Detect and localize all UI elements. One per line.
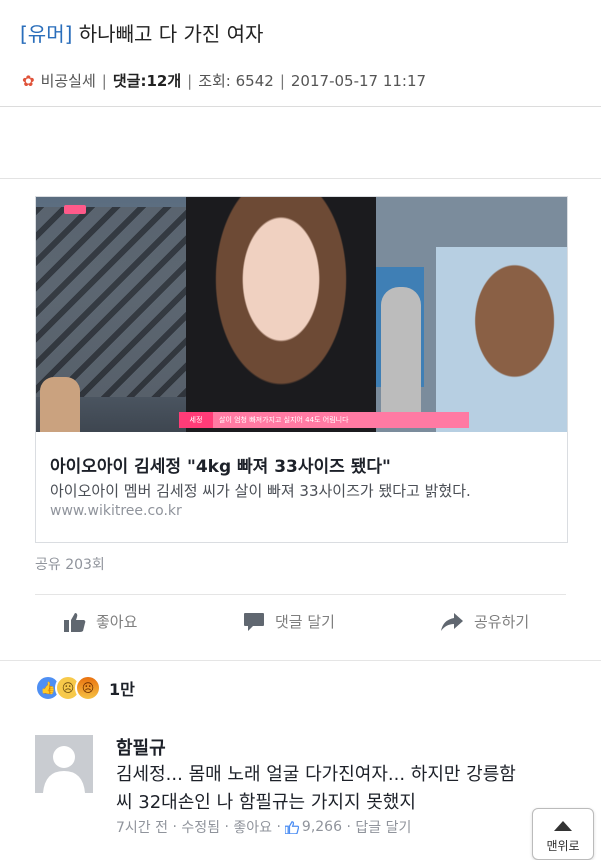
background-person bbox=[381, 287, 421, 417]
article-description: 아이오아이 멤버 김세정 씨가 살이 빠져 33사이즈가 됐다고 밝혔다. bbox=[50, 482, 471, 500]
reactions-count: 1만 bbox=[109, 680, 135, 699]
link-preview-card[interactable]: 세정 살이 엄청 빠져가지고 실지어 44도 어림니다 아이오아이 김세정 "4… bbox=[35, 196, 568, 543]
views-count: 6542 bbox=[235, 71, 274, 90]
divider: | bbox=[279, 71, 285, 90]
article-thumbnail[interactable]: 세정 살이 엄청 빠져가지고 실지어 44도 어림니다 bbox=[36, 197, 567, 432]
divider-line bbox=[0, 660, 601, 661]
caption-name: 세정 bbox=[179, 412, 213, 428]
comment-label: 댓글 달기 bbox=[275, 613, 335, 631]
dot-separator: · bbox=[272, 819, 281, 835]
scroll-top-button[interactable]: 맨위로 bbox=[532, 808, 594, 860]
divider-line bbox=[0, 106, 601, 107]
author-name[interactable]: 비공실세 bbox=[41, 70, 96, 91]
post-title: [유머] 하나빼고 다 가진 여자 bbox=[20, 18, 263, 47]
video-caption: 세정 살이 엄청 빠져가지고 실지어 44도 어림니다 bbox=[179, 412, 469, 428]
divider-line bbox=[35, 594, 566, 595]
share-button[interactable]: 공유하기 bbox=[440, 611, 529, 632]
broadcast-logo bbox=[64, 205, 86, 214]
like-button[interactable]: 좋아요 bbox=[64, 611, 137, 632]
comment-time[interactable]: 7시간 전 bbox=[116, 817, 168, 837]
comment-icon bbox=[244, 612, 264, 631]
edited-label: 수정됨 bbox=[181, 820, 220, 836]
divider-line bbox=[0, 178, 601, 179]
avatar[interactable] bbox=[35, 735, 93, 793]
article-title[interactable]: 아이오아이 김세정 "4kg 빠져 33사이즈 됐다" bbox=[50, 452, 391, 477]
main-person bbox=[186, 197, 376, 432]
comment-like-link[interactable]: 좋아요 bbox=[233, 817, 272, 837]
comment-text-line: 씨 32대손인 나 함필규는 가지지 못했지 bbox=[116, 792, 416, 813]
views-label: 조회: bbox=[198, 72, 231, 90]
dot-separator: · bbox=[220, 819, 234, 835]
post-meta: ✿ 비공실세 | 댓글: 12개 | 조회: 6542 | 2017-05-17… bbox=[22, 70, 426, 91]
comment-text-line: 김세정... 몸매 노래 얼굴 다가진여자... 하지만 강릉함 bbox=[116, 764, 516, 785]
background-person bbox=[436, 247, 567, 432]
thumbs-up-icon bbox=[64, 612, 86, 632]
divider: | bbox=[187, 71, 193, 90]
comments-count: 12개 bbox=[146, 72, 182, 90]
thumbs-up-icon bbox=[284, 820, 299, 834]
flower-icon: ✿ bbox=[22, 71, 35, 90]
divider: | bbox=[101, 71, 107, 90]
article-url: www.wikitree.co.kr bbox=[50, 503, 182, 519]
comment-meta: 7시간 전 · 수정됨 · 좋아요 · 9,266 · 답글 달기 bbox=[116, 817, 411, 837]
dot-separator: · bbox=[342, 819, 356, 835]
share-label: 공유하기 bbox=[474, 613, 530, 631]
angry-icon: ☹ bbox=[75, 675, 101, 701]
like-label: 좋아요 bbox=[96, 613, 138, 631]
post-category[interactable]: [유머] bbox=[20, 22, 72, 46]
share-count[interactable]: 공유 203회 bbox=[35, 554, 105, 574]
post-datetime: 2017-05-17 11:17 bbox=[290, 71, 427, 90]
caption-text: 살이 엄청 빠져가지고 실지어 44도 어림니다 bbox=[213, 412, 469, 428]
comment-button[interactable]: 댓글 달기 bbox=[243, 611, 335, 632]
background-stairs bbox=[36, 207, 186, 397]
comment-like-count[interactable]: 9,266 bbox=[302, 819, 342, 835]
inset-person bbox=[40, 377, 80, 432]
reply-link[interactable]: 답글 달기 bbox=[355, 817, 411, 837]
commenter-name[interactable]: 함필규 bbox=[116, 734, 166, 760]
up-arrow-icon bbox=[554, 821, 572, 831]
reactions-summary[interactable]: 👍 ☹ ☹ 1만 bbox=[35, 675, 135, 701]
post-title-text: 하나빼고 다 가진 여자 bbox=[78, 22, 264, 46]
default-avatar-icon bbox=[35, 735, 93, 793]
scroll-top-label: 맨위로 bbox=[546, 839, 580, 853]
comments-label: 댓글: bbox=[112, 72, 147, 90]
dot-separator: · bbox=[168, 819, 182, 835]
share-arrow-icon bbox=[441, 612, 463, 631]
